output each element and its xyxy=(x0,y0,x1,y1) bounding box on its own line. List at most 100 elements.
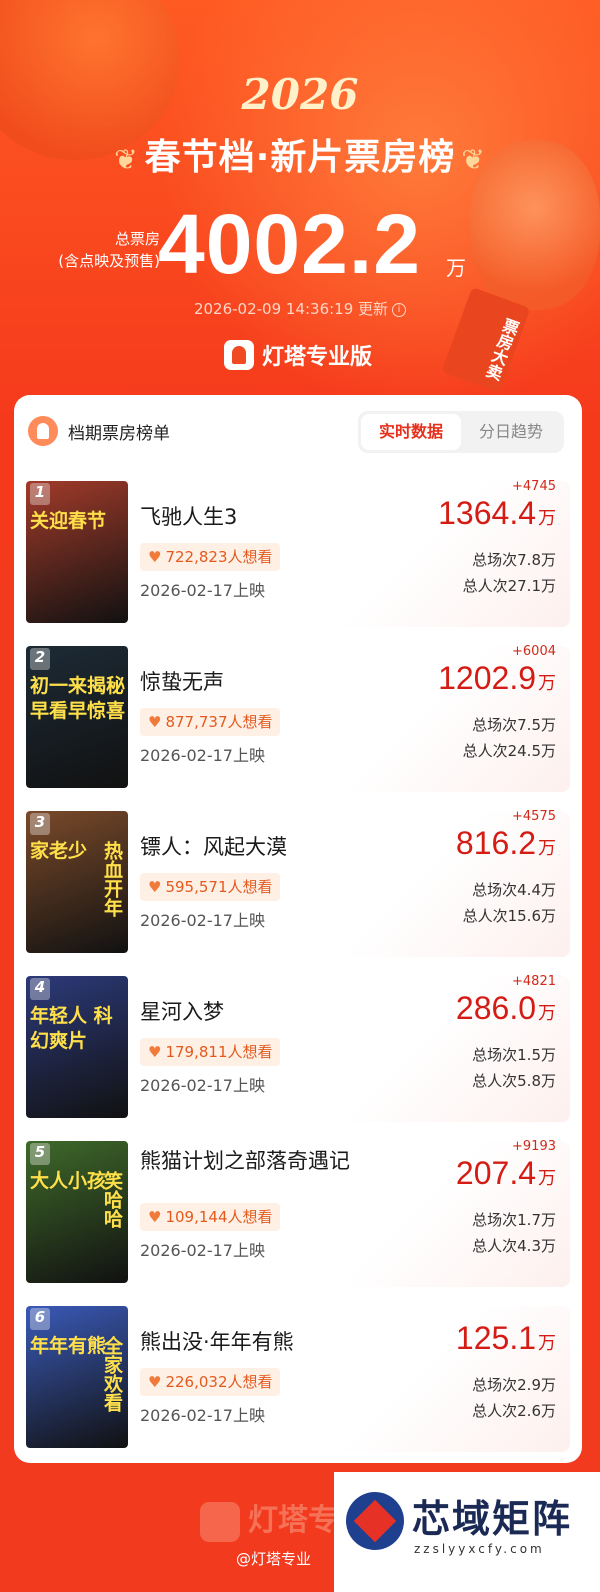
box-office-value: 207.4 xyxy=(455,1155,536,1191)
movie-row[interactable]: 3 家老少 热血开年 镖人：风起大漠 ♥ 595,571人想看 2026-02-17上映 +4… xyxy=(26,809,570,957)
box-delta: +6004 xyxy=(512,644,556,659)
box-office-value: 125.1 xyxy=(455,1320,536,1356)
rank-badge: 1 xyxy=(30,483,50,505)
box-office-unit: 万 xyxy=(538,1168,556,1188)
box-delta: +9193 xyxy=(512,1139,556,1154)
brand: 灯塔专业版 xyxy=(224,338,372,372)
want-to-see: ♥ 109,144人想看 xyxy=(140,1203,281,1231)
box-office-value: 1202.9 xyxy=(438,660,536,696)
total-audience: 总人次4.3万 xyxy=(472,1237,556,1255)
total-sessions: 总场次2.9万 xyxy=(472,1376,556,1394)
movie-title[interactable]: 星河入梦 xyxy=(140,996,385,1028)
box-office-value: 286.0 xyxy=(455,990,536,1026)
box-office-unit: 万 xyxy=(538,508,556,528)
box-office-value: 1364.4 xyxy=(438,495,536,531)
card-header: 档期票房榜单 xyxy=(28,411,170,451)
movie-row[interactable]: 6 年年有熊 全家欢看 熊出没·年年有熊 ♥ 226,032人想看 2026-02-17上映… xyxy=(26,1306,570,1452)
movie-poster[interactable]: 1 关迎春节 xyxy=(26,481,128,623)
movie-poster[interactable]: 5 大人小孩 笑哈哈 xyxy=(26,1141,128,1283)
want-to-see: ♥ 722,823人想看 xyxy=(140,543,281,571)
poster-slogan-2: 全家欢看 xyxy=(101,1336,123,1412)
rank-badge: 3 xyxy=(30,813,50,835)
box-office: 816.2 万 xyxy=(456,825,556,862)
box-office: 1364.4 万 xyxy=(438,495,556,532)
total-audience: 总人次27.1万 xyxy=(462,577,556,595)
tab-realtime[interactable]: 实时数据 xyxy=(361,414,461,450)
card-title: 档期票房榜单 xyxy=(68,423,170,444)
site-url: zzslyyxcfy.com xyxy=(414,1542,545,1556)
brand-name: 灯塔专业版 xyxy=(262,345,373,370)
want-count: 109,144人想看 xyxy=(165,1208,273,1226)
total-sessions: 总场次1.7万 xyxy=(472,1211,556,1229)
want-count: 595,571人想看 xyxy=(165,878,273,896)
want-to-see: ♥ 877,737人想看 xyxy=(140,708,281,736)
rank-badge: 2 xyxy=(30,648,50,670)
movie-poster[interactable]: 3 家老少 热血开年 xyxy=(26,811,128,953)
weibo-handle: @灯塔专业 xyxy=(236,1550,312,1568)
update-time: 2026-02-09 14:36:19 更新 i xyxy=(0,298,600,319)
heart-icon: ♥ xyxy=(148,713,162,731)
dengta-logo-icon xyxy=(224,340,254,370)
want-to-see: ♥ 226,032人想看 xyxy=(140,1368,281,1396)
site-name: 芯域矩阵 xyxy=(412,1497,573,1541)
watermark: 灯塔专 xyxy=(200,1495,338,1542)
tab-daily-trend[interactable]: 分日趋势 xyxy=(461,414,561,450)
want-count: 179,811人想看 xyxy=(165,1043,273,1061)
update-time-text: 2026-02-09 14:36:19 更新 xyxy=(193,300,389,318)
total-label: 总票房 (含点映及预售) xyxy=(40,228,160,272)
total-label-main: 总票房 xyxy=(114,230,160,248)
release-date: 2026-02-17上映 xyxy=(140,1241,265,1260)
heart-icon: ♥ xyxy=(148,548,162,566)
movie-row[interactable]: 4 年轻人 科幻爽片 星河入梦 ♥ 179,811人想看 2026-02-17上映 +482… xyxy=(26,974,570,1122)
movie-row[interactable]: 1 关迎春节 飞驰人生3 ♥ 722,823人想看 2026-02-17上映 +4745 13… xyxy=(26,479,570,627)
total-audience: 总人次15.6万 xyxy=(462,907,556,925)
release-date: 2026-02-17上映 xyxy=(140,581,265,600)
box-delta: +4575 xyxy=(512,809,556,824)
watermark-text: 灯塔专 xyxy=(248,1503,338,1538)
heart-icon: ♥ xyxy=(148,878,162,896)
box-office: 125.1 万 xyxy=(456,1320,556,1357)
box-office-value: 816.2 xyxy=(455,825,536,861)
ranking-card: 档期票房榜单 实时数据 分日趋势 1 关迎春节 飞驰人生3 ♥ 722,823人想看 20… xyxy=(14,395,582,1463)
poster-slogan: 年轻人 科幻爽片 xyxy=(30,1005,113,1052)
movie-title[interactable]: 惊蛰无声 xyxy=(140,666,385,698)
wheat-left-icon: ❦ xyxy=(114,143,139,176)
total-audience: 总人次24.5万 xyxy=(462,742,556,760)
movie-row[interactable]: 2 初一来揭秘 早看早惊喜 惊蛰无声 ♥ 877,737人想看 2026-02-17上映 +… xyxy=(26,644,570,792)
poster-slogan: 大人小孩 xyxy=(30,1170,107,1192)
total-box-office: 4002.2 xyxy=(158,197,421,291)
movie-row[interactable]: 5 大人小孩 笑哈哈 熊猫计划之部落奇遇记 ♥ 109,144人想看 2026-02-17上… xyxy=(26,1139,570,1287)
box-office: 286.0 万 xyxy=(456,990,556,1027)
box-office-unit: 万 xyxy=(538,1333,556,1353)
want-count: 877,737人想看 xyxy=(165,713,273,731)
box-office: 1202.9 万 xyxy=(438,660,556,697)
page-title-text: 春节档·新片票房榜 xyxy=(144,137,456,178)
poster-slogan: 年年有熊 xyxy=(30,1335,107,1357)
poster-slogan-2: 笑哈哈 xyxy=(101,1171,123,1228)
year-heading: 2026 xyxy=(241,70,359,119)
total-sessions: 总场次4.4万 xyxy=(472,881,556,899)
movie-title[interactable]: 镖人：风起大漠 xyxy=(140,831,385,863)
movie-poster[interactable]: 2 初一来揭秘 早看早惊喜 xyxy=(26,646,128,788)
box-office-unit: 万 xyxy=(538,673,556,693)
movie-title[interactable]: 飞驰人生3 xyxy=(140,501,385,533)
info-icon[interactable]: i xyxy=(392,302,407,317)
release-date: 2026-02-17上映 xyxy=(140,911,265,930)
page-title: ❦ 春节档·新片票房榜 ❦ xyxy=(0,128,600,180)
poster-slogan: 家老少 xyxy=(30,840,88,862)
movie-poster[interactable]: 4 年轻人 科幻爽片 xyxy=(26,976,128,1118)
movie-title[interactable]: 熊出没·年年有熊 xyxy=(140,1326,385,1358)
release-date: 2026-02-17上映 xyxy=(140,746,265,765)
want-count: 226,032人想看 xyxy=(165,1373,273,1391)
poster-slogan: 关迎春节 xyxy=(30,510,107,532)
movie-poster[interactable]: 6 年年有熊 全家欢看 xyxy=(26,1306,128,1448)
poster-slogan: 初一来揭秘 早看早惊喜 xyxy=(30,675,126,722)
heart-icon: ♥ xyxy=(148,1373,162,1391)
site-watermark: 芯域矩阵 zzslyyxcfy.com xyxy=(334,1472,600,1592)
total-audience: 总人次5.8万 xyxy=(472,1072,556,1090)
wheat-right-icon: ❦ xyxy=(461,143,486,176)
rank-badge: 5 xyxy=(30,1143,50,1165)
total-sessions: 总场次7.8万 xyxy=(472,551,556,569)
box-office: 207.4 万 xyxy=(456,1155,556,1192)
movie-title[interactable]: 熊猫计划之部落奇遇记 xyxy=(140,1145,385,1177)
